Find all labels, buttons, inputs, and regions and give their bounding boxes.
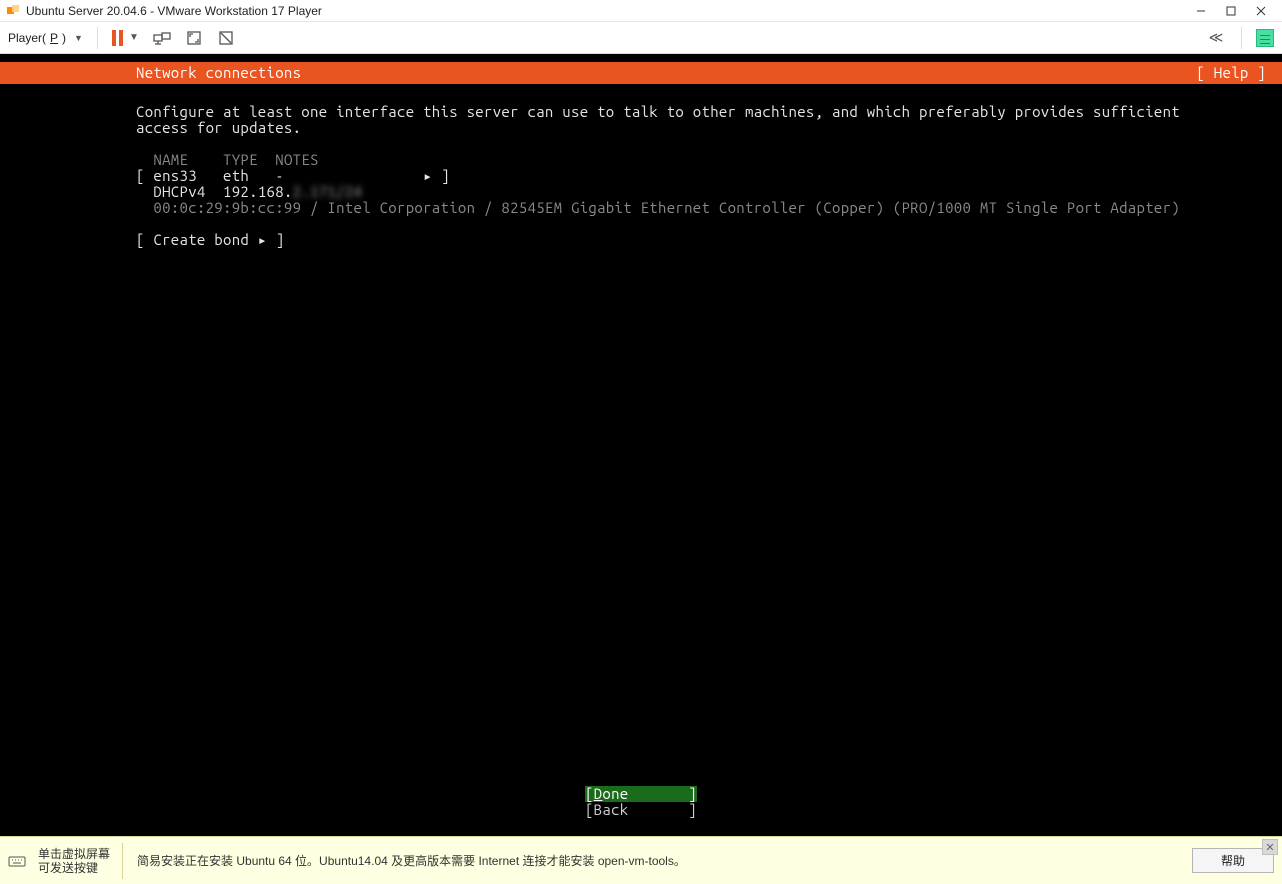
pause-icon bbox=[112, 30, 123, 46]
manage-vm-settings-icon[interactable] bbox=[1256, 29, 1274, 47]
interface-name: ens33 bbox=[153, 167, 197, 184]
toolbar-separator bbox=[97, 27, 98, 49]
send-ctrl-alt-del-button[interactable] bbox=[153, 29, 171, 47]
keyboard-hint-text: 单击虚拟屏幕 可发送按键 bbox=[38, 847, 110, 875]
vm-toolbar: Player( P) ▼ ▼ ≪ bbox=[0, 22, 1282, 54]
interface-notes: - bbox=[275, 167, 284, 184]
minimize-button[interactable] bbox=[1186, 0, 1216, 22]
player-menu-label: Player( bbox=[8, 31, 46, 45]
keyboard-hint-icon bbox=[8, 852, 26, 870]
installer-header: Network connections [ Help ] bbox=[0, 62, 1282, 84]
back-button-label: Back bbox=[594, 802, 689, 818]
create-bond-label: Create bond ▸ bbox=[153, 231, 267, 248]
column-header-name: NAME bbox=[153, 151, 188, 168]
dhcp-ip-obscured: 2.171/24 bbox=[293, 184, 363, 200]
column-header-notes: NOTES bbox=[275, 151, 319, 168]
vmware-app-icon bbox=[6, 4, 20, 18]
pause-vm-button[interactable]: ▼ bbox=[112, 30, 139, 46]
maximize-button[interactable] bbox=[1216, 0, 1246, 22]
player-menu-label-end: ) bbox=[62, 31, 66, 45]
infobar-separator bbox=[122, 843, 123, 879]
expand-arrow-icon: ▸ bbox=[423, 167, 432, 184]
interface-type: eth bbox=[223, 167, 249, 184]
installer-header-title: Network connections bbox=[136, 65, 301, 81]
installer-nav-buttons: [ Done ] [ Back ] bbox=[0, 786, 1282, 818]
close-button[interactable] bbox=[1246, 0, 1276, 22]
installer-intro-text: Configure at least one interface this se… bbox=[136, 103, 1180, 136]
dhcp-label: DHCPv4 bbox=[153, 183, 205, 200]
player-menu-hotkey: P bbox=[50, 31, 58, 45]
create-bond-button[interactable]: [ Create bond ▸ ] bbox=[136, 231, 285, 248]
installer-help-button[interactable]: [ Help ] bbox=[1196, 65, 1266, 81]
window-title: Ubuntu Server 20.04.6 - VMware Workstati… bbox=[26, 4, 322, 18]
done-button[interactable]: [ Done ] bbox=[585, 786, 697, 802]
done-button-rest: one bbox=[602, 785, 628, 802]
infobar-close-button[interactable]: ✕ bbox=[1262, 839, 1278, 855]
unity-mode-button[interactable] bbox=[217, 29, 235, 47]
player-menu[interactable]: Player( P) ▼ bbox=[8, 31, 83, 45]
vm-console[interactable]: Network connections [ Help ] Configure a… bbox=[0, 62, 1282, 828]
infobar-message: 简易安装正在安装 Ubuntu 64 位。Ubuntu14.04 及更高版本需要… bbox=[137, 852, 686, 869]
interface-hardware-line: 00:0c:29:9b:cc:99 / Intel Corporation / … bbox=[153, 199, 1180, 216]
back-button[interactable]: [ Back ] bbox=[585, 802, 697, 818]
toolbar-separator bbox=[1241, 27, 1242, 49]
dropdown-caret-icon: ▼ bbox=[74, 33, 83, 43]
installer-body: Configure at least one interface this se… bbox=[0, 84, 1282, 248]
interface-row[interactable]: [ ens33 eth - ▸ ] bbox=[136, 167, 450, 184]
column-header-type: TYPE bbox=[223, 151, 258, 168]
console-top-strip bbox=[0, 54, 1282, 62]
dhcp-ip-visible: 192.168. bbox=[223, 183, 293, 200]
cycle-multiple-monitors-icon[interactable]: ≪ bbox=[1205, 29, 1227, 47]
dropdown-caret-icon[interactable]: ▼ bbox=[129, 32, 139, 43]
console-bottom-strip bbox=[0, 828, 1282, 836]
titlebar: Ubuntu Server 20.04.6 - VMware Workstati… bbox=[0, 0, 1282, 22]
info-bar: ✕ 单击虚拟屏幕 可发送按键 简易安装正在安装 Ubuntu 64 位。Ubun… bbox=[0, 836, 1282, 884]
keyboard-hint-line1: 单击虚拟屏幕 bbox=[38, 847, 110, 861]
keyboard-hint-line2: 可发送按键 bbox=[38, 861, 110, 875]
fullscreen-button[interactable] bbox=[185, 29, 203, 47]
